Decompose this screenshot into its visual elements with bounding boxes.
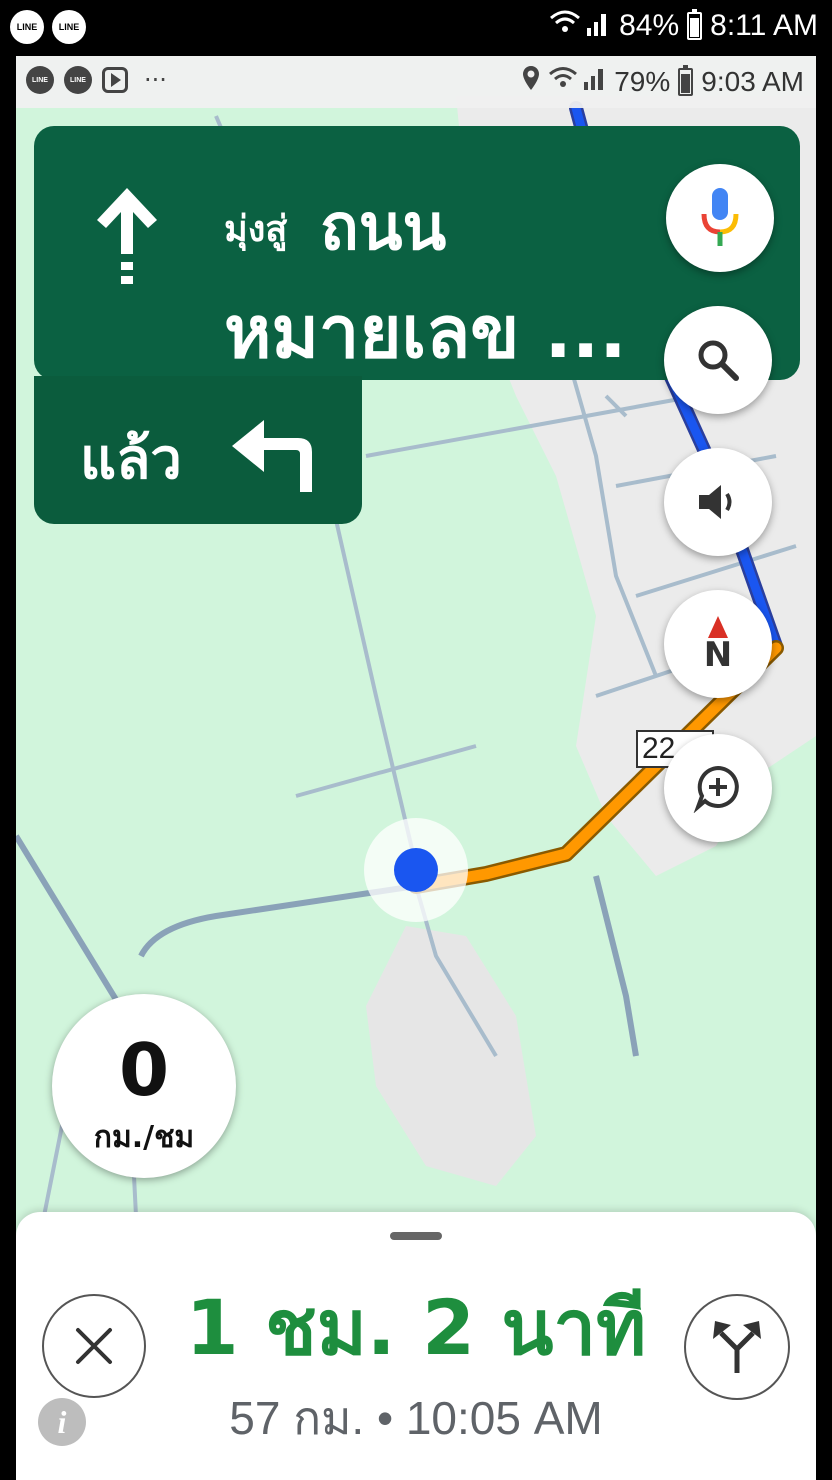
street-name-line2: หมายเลข ...: [224, 290, 627, 374]
outer-status-bar: LINE LINE 84% 8:11 AM: [0, 0, 832, 56]
wifi-signal-icon: [548, 64, 606, 99]
line-notification-icon: LINE: [52, 10, 86, 44]
turn-left-icon: [232, 420, 312, 492]
volume-icon: [699, 485, 732, 519]
alt-route-icon: [713, 1321, 761, 1373]
wifi-signal-icon: [549, 8, 611, 44]
search-icon: [698, 340, 739, 381]
maps-screen: 22 LINE LINE ··· 79% 9:03 AM มุ่งสู่ ถนน…: [16, 56, 816, 1480]
more-notifications-icon: ···: [144, 66, 167, 94]
report-button[interactable]: [664, 734, 772, 842]
battery-icon: [687, 9, 703, 40]
line-notification-icon: LINE: [10, 10, 44, 44]
alternate-routes-button[interactable]: [684, 1294, 790, 1400]
clock: 9:03 AM: [701, 65, 804, 97]
add-comment-icon: [693, 765, 739, 813]
drag-handle[interactable]: [390, 1232, 442, 1240]
line-notification-icon: LINE: [64, 66, 92, 94]
battery-percent: 79%: [614, 65, 671, 97]
line-notification-icon: LINE: [26, 66, 54, 94]
next-step-card[interactable]: แล้ว: [34, 376, 362, 524]
trip-summary-sheet[interactable]: 1 ชม. 2 นาที 57 กม. • 10:05 AM i: [16, 1212, 816, 1480]
voice-search-button[interactable]: [666, 164, 774, 272]
volume-button[interactable]: [664, 448, 772, 556]
direction-prefix: มุ่งสู่: [224, 209, 288, 250]
compass-button[interactable]: N: [664, 590, 772, 698]
street-name-line1: ถนน: [320, 191, 447, 265]
next-step-label: แล้ว: [80, 427, 182, 492]
location-pin-icon: [522, 65, 540, 98]
mic-icon: [701, 188, 739, 246]
battery-percent: 84%: [619, 9, 680, 42]
straight-arrow-icon: [97, 188, 157, 284]
inner-status-bar: LINE LINE ··· 79% 9:03 AM: [16, 56, 816, 108]
clock: 8:11 AM: [710, 9, 818, 42]
info-icon[interactable]: i: [38, 1398, 86, 1446]
search-button[interactable]: [664, 306, 772, 414]
speed-unit: กม./ชม: [93, 1120, 195, 1155]
distance-and-arrival: 57 กม. • 10:05 AM: [229, 1392, 603, 1444]
compass-north-label: N: [703, 635, 733, 675]
play-store-icon: [102, 67, 128, 93]
speedometer: 0 กม./ชม: [52, 994, 236, 1178]
battery-icon: [678, 64, 694, 96]
speed-value: 0: [118, 1028, 170, 1112]
